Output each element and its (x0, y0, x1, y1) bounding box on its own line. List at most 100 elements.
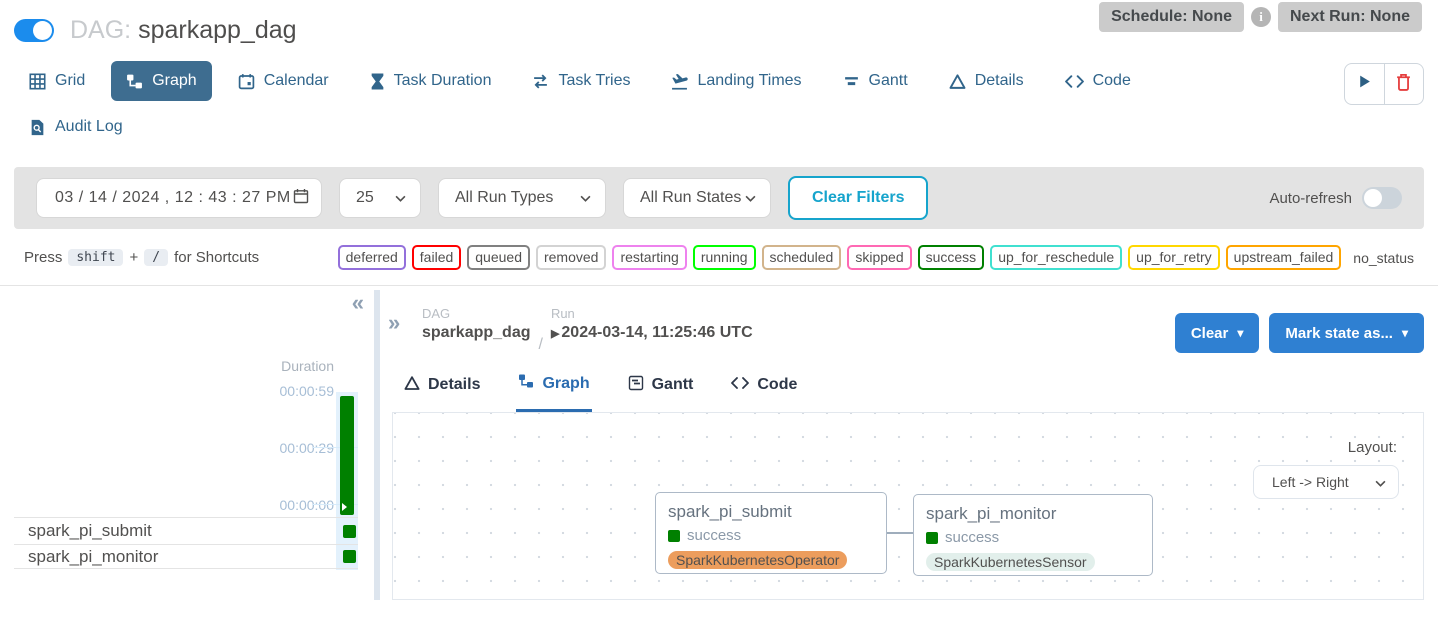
code-icon (1065, 75, 1084, 88)
layout-select[interactable]: Left -> Right (1253, 465, 1399, 499)
clear-button[interactable]: Clear ▾ (1175, 313, 1260, 353)
run-types-select[interactable]: All Run Types (438, 178, 606, 218)
clear-filters-button[interactable]: Clear Filters (788, 176, 928, 220)
status-badge-restarting[interactable]: restarting (612, 245, 686, 270)
page-size-select[interactable]: 25 (339, 178, 421, 218)
breadcrumb-dag: DAG sparkapp_dag (422, 306, 530, 354)
mark-state-button[interactable]: Mark state as... ▾ (1269, 313, 1424, 353)
graph-canvas[interactable]: Layout: Left -> Right spark_pi_submit su… (392, 412, 1424, 600)
grid-icon (29, 73, 46, 90)
calendar-picker-icon[interactable] (293, 188, 309, 209)
status-badge-queued[interactable]: queued (467, 245, 530, 270)
dag-run-duration-bar[interactable] (340, 396, 354, 515)
nav-row-2: Audit Log (14, 107, 1424, 147)
tab-label: Landing Times (697, 72, 801, 90)
task-list: spark_pi_submit spark_pi_monitor (14, 517, 358, 569)
layout-value: Left -> Right (1272, 474, 1349, 490)
status-badge-up-for-retry[interactable]: up_for_retry (1128, 245, 1219, 270)
tab-gantt[interactable]: Gantt (828, 61, 923, 101)
tab-label: Calendar (264, 72, 329, 90)
task-row[interactable]: spark_pi_submit (14, 517, 358, 544)
tab-landing-times[interactable]: Landing Times (656, 61, 816, 101)
tab-graph[interactable]: Graph (111, 61, 211, 101)
axis-tick: 00:00:29 (280, 440, 335, 456)
status-badge-deferred[interactable]: deferred (338, 245, 406, 270)
toggle-knob (33, 21, 52, 40)
layout-label: Layout: (1348, 439, 1397, 456)
tab-audit-log[interactable]: Audit Log (14, 107, 138, 147)
axis-tick: 00:00:00 (280, 497, 335, 513)
chevron-down-icon (580, 189, 591, 207)
breadcrumb-run-value[interactable]: ▶2024-03-14, 11:25:46 UTC (551, 324, 753, 342)
base-date-input[interactable]: 03 / 14 / 2024 , 12 : 43 : 27 PM (36, 178, 322, 218)
run-tab-gantt[interactable]: Gantt (626, 370, 696, 412)
chevron-down-icon (745, 189, 756, 207)
breadcrumb-dag-value[interactable]: sparkapp_dag (422, 324, 530, 342)
expand-panel-button[interactable]: » (388, 312, 400, 334)
breadcrumb-separator: / (538, 336, 542, 354)
repeat-icon (532, 73, 549, 90)
info-icon[interactable]: i (1251, 7, 1271, 27)
run-types-value: All Run Types (455, 189, 553, 207)
tab-label: Task Duration (394, 72, 492, 90)
dag-name: sparkapp_dag (138, 16, 296, 44)
node-title: spark_pi_monitor (926, 504, 1140, 524)
tab-label: Task Tries (558, 72, 630, 90)
task-name[interactable]: spark_pi_submit (14, 521, 152, 541)
tab-task-tries[interactable]: Task Tries (517, 61, 645, 101)
task-name[interactable]: spark_pi_monitor (14, 547, 158, 567)
tab-label: Details (975, 72, 1024, 90)
task-node-spark-pi-submit[interactable]: spark_pi_submit success SparkKubernetesO… (655, 492, 887, 574)
status-badge-running[interactable]: running (693, 245, 756, 270)
collapse-panel-button[interactable]: « (352, 292, 364, 314)
task-instance-square[interactable] (343, 525, 356, 538)
dag-actions (1344, 63, 1424, 105)
hourglass-icon (370, 73, 385, 90)
tab-grid[interactable]: Grid (14, 61, 100, 101)
tab-task-duration[interactable]: Task Duration (355, 61, 507, 101)
tab-label: Graph (152, 72, 196, 90)
run-states-select[interactable]: All Run States (623, 178, 771, 218)
auto-refresh-label: Auto-refresh (1269, 190, 1352, 207)
filter-bar: 03 / 14 / 2024 , 12 : 43 : 27 PM 25 All … (14, 167, 1424, 229)
gantt-icon (843, 73, 860, 90)
main-content: « Duration 00:00:59 00:00:29 00:00:00 sp… (0, 286, 1438, 600)
tab-details[interactable]: Details (934, 61, 1039, 101)
trash-icon (1395, 73, 1412, 96)
status-badge-failed[interactable]: failed (412, 245, 461, 270)
triangle-icon (949, 73, 966, 90)
run-tab-details[interactable]: Details (402, 370, 482, 412)
task-node-spark-pi-monitor[interactable]: spark_pi_monitor success SparkKubernetes… (913, 494, 1153, 576)
run-tab-code[interactable]: Code (729, 370, 799, 412)
run-tab-graph[interactable]: Graph (516, 370, 591, 412)
auto-refresh-toggle[interactable] (1362, 187, 1402, 209)
status-badge-up-for-reschedule[interactable]: up_for_reschedule (990, 245, 1122, 270)
tab-code[interactable]: Code (1050, 61, 1146, 101)
task-row[interactable]: spark_pi_monitor (14, 544, 358, 569)
selected-run-marker-icon (342, 503, 347, 511)
operator-badge: SparkKubernetesOperator (668, 551, 847, 569)
tab-label: Grid (55, 72, 85, 90)
status-badge-success[interactable]: success (918, 245, 985, 270)
nav-row-1: Grid Graph Calendar Task Duration (14, 61, 1424, 101)
delete-dag-button[interactable] (1384, 64, 1424, 104)
shortcuts-text: Press (24, 249, 62, 266)
tab-calendar[interactable]: Calendar (223, 61, 344, 101)
status-badge-scheduled[interactable]: scheduled (762, 245, 842, 270)
airflow-dag-page: Schedule: None i Next Run: None DAG: spa… (0, 0, 1438, 637)
status-text: success (687, 527, 741, 544)
status-badge-skipped[interactable]: skipped (847, 245, 911, 270)
breadcrumb-run-label: Run (551, 306, 753, 321)
caret-down-icon: ▾ (1237, 326, 1243, 340)
dag-pause-toggle[interactable] (14, 19, 54, 42)
status-badge-removed[interactable]: removed (536, 245, 606, 270)
status-square (668, 530, 680, 542)
status-text: success (945, 529, 999, 546)
chevron-down-icon (395, 189, 406, 207)
run-detail-panel: » DAG sparkapp_dag / Run ▶2024-03-14, 11… (380, 286, 1438, 600)
status-badge-upstream-failed[interactable]: upstream_failed (1226, 245, 1342, 270)
node-title: spark_pi_submit (668, 502, 874, 522)
task-instance-square[interactable] (343, 550, 356, 563)
plus-sign: + (129, 249, 138, 266)
trigger-dag-button[interactable] (1345, 64, 1384, 104)
